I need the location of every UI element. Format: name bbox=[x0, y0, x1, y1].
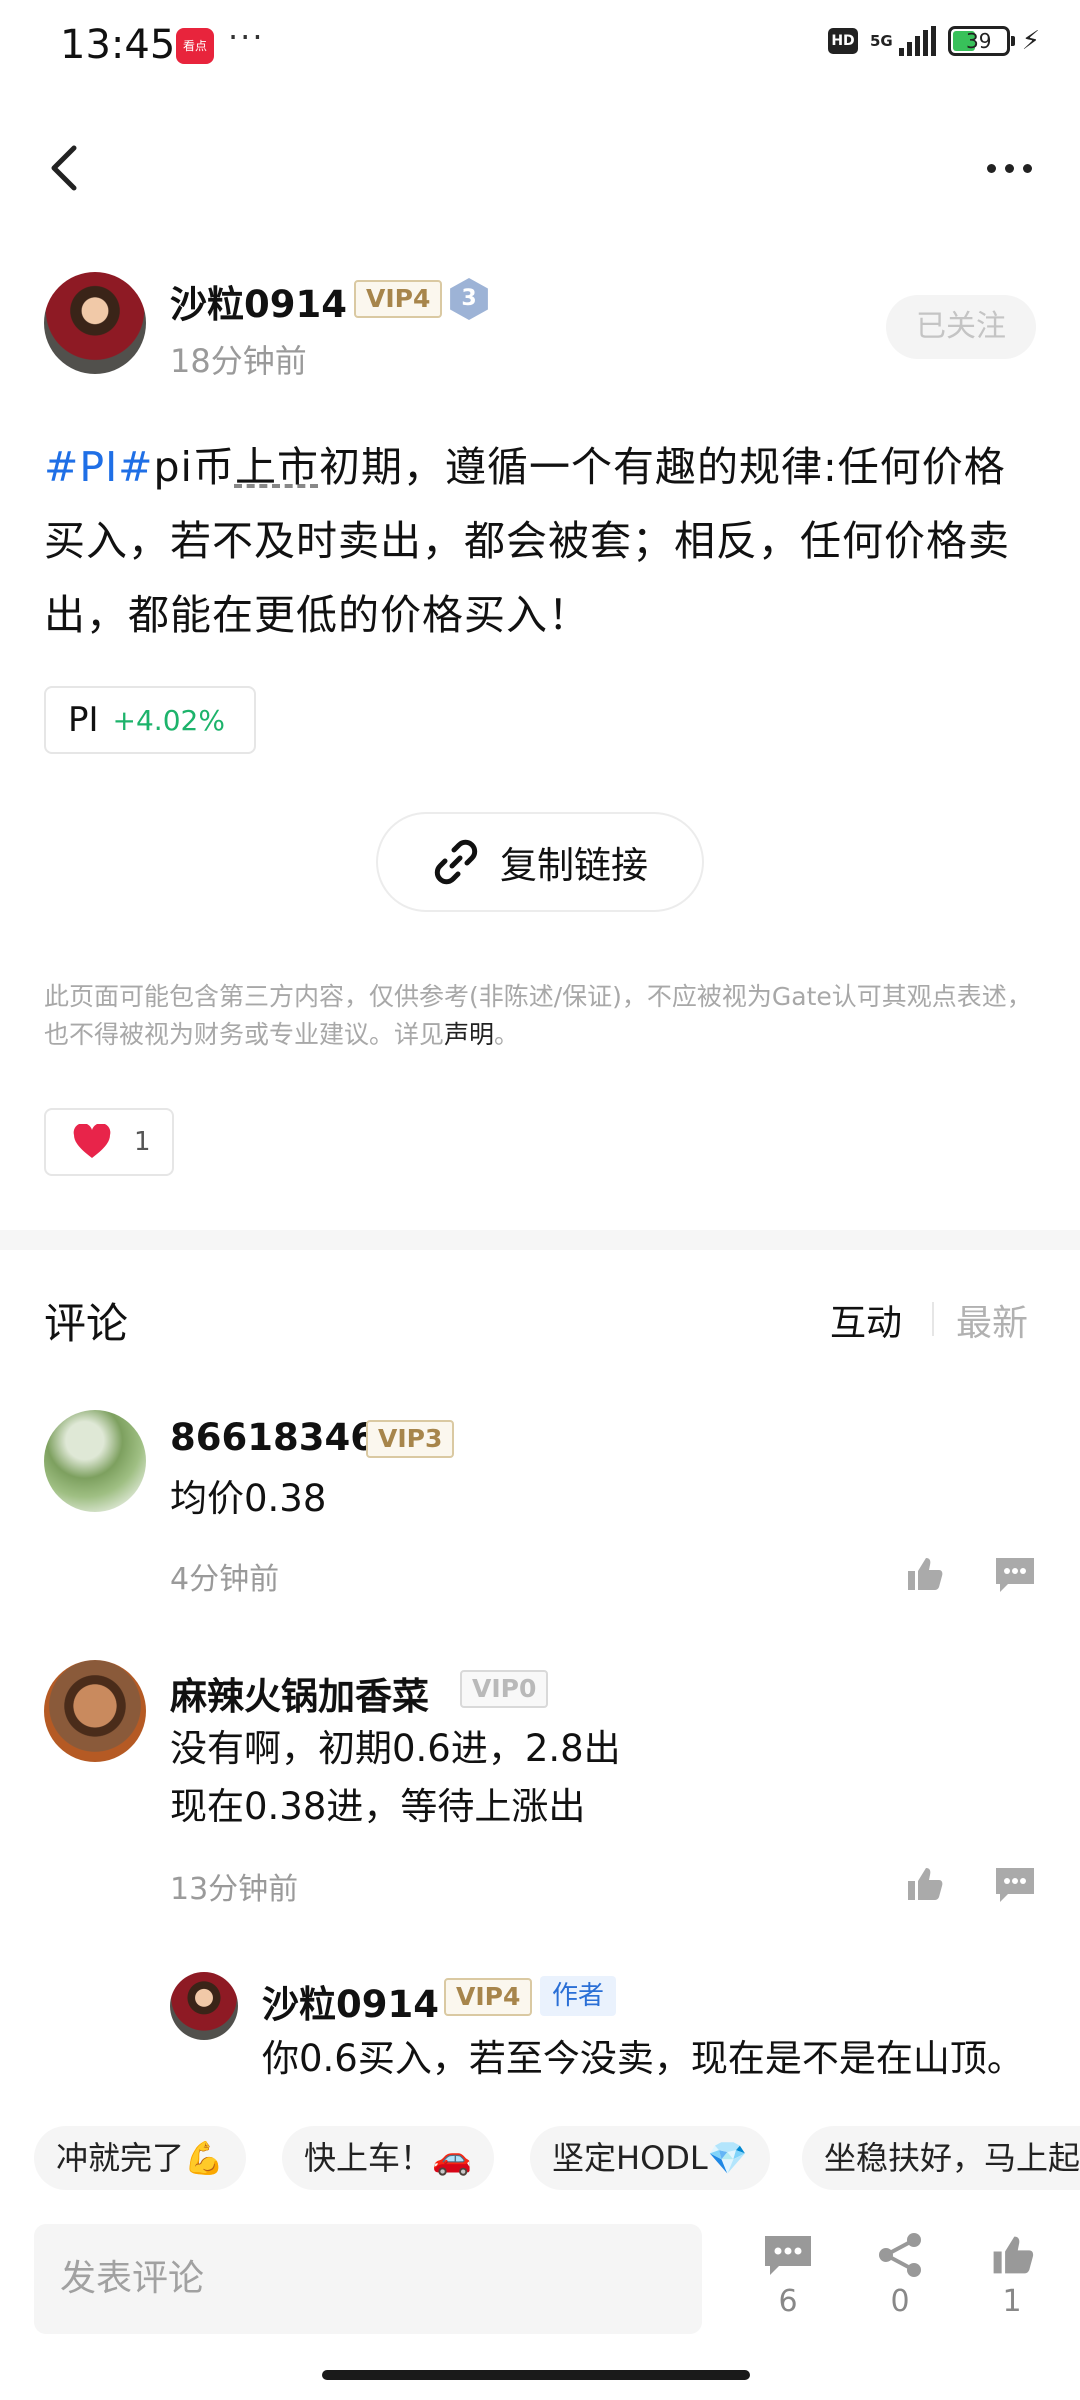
thumbs-up-icon[interactable] bbox=[904, 1554, 944, 1594]
ticker-chip[interactable]: PI +4.02% bbox=[44, 686, 256, 754]
share-icon bbox=[879, 2233, 921, 2277]
post-like-count: 1 bbox=[134, 1127, 151, 1157]
author-vip-badge: VIP4 bbox=[354, 280, 443, 318]
status-time: 13:45 bbox=[60, 22, 176, 68]
sort-divider bbox=[932, 1302, 934, 1336]
comment-time: 13分钟前 bbox=[170, 1872, 299, 1907]
level-badge: 3 bbox=[450, 278, 488, 320]
copy-link-button[interactable]: 复制链接 bbox=[376, 812, 704, 912]
app-notification-icon: 看点 bbox=[176, 28, 214, 64]
comment-text: 没有啊，初期0.6进，2.8出 现在0.38进，等待上涨出 bbox=[170, 1720, 621, 1836]
sort-tab-latest[interactable]: 最新 bbox=[956, 1294, 1028, 1346]
post-text-part1: pi币 bbox=[153, 443, 235, 491]
post-text-underlined: 上市 bbox=[234, 443, 319, 491]
more-horizontal-icon bbox=[986, 163, 996, 173]
comment-vip-badge: VIP3 bbox=[366, 1420, 455, 1458]
quick-reply-chip[interactable]: 坐稳扶好，马上起 bbox=[802, 2126, 1080, 2190]
comments-action-button[interactable]: 6 bbox=[748, 2232, 828, 2332]
comment-text: 均价0.38 bbox=[170, 1470, 326, 1528]
author-tag: 作者 bbox=[540, 1976, 617, 2016]
battery-icon: 39 bbox=[947, 26, 1015, 56]
heart-icon bbox=[73, 1124, 111, 1158]
reply-icon[interactable] bbox=[994, 1864, 1036, 1904]
reply-text: 你0.6买入，若至今没卖，现在是不是在山顶。 bbox=[262, 2037, 1024, 2080]
post-content: #PI#pi币上市初期，遵循一个有趣的规律:任何价格买入，若不及时卖出，都会被套… bbox=[44, 430, 1044, 652]
disclaimer: 此页面可能包含第三方内容，仅供参考(非陈述/保证)，不应被视为Gate认可其观点… bbox=[44, 978, 1044, 1054]
comments-title: 评论 bbox=[44, 1299, 129, 1348]
thumbs-up-icon[interactable] bbox=[904, 1864, 944, 1904]
hd-icon: HD bbox=[827, 28, 858, 54]
comment-avatar[interactable] bbox=[44, 1660, 146, 1762]
status-right-group: HD 5G 39 ⚡ bbox=[827, 26, 1040, 56]
sort-tab-interaction[interactable]: 互动 bbox=[830, 1294, 902, 1346]
copy-link-label: 复制链接 bbox=[500, 844, 648, 887]
reply-author-name[interactable]: 沙粒0914 bbox=[262, 1974, 439, 2028]
comment-text-line: 现在0.38进，等待上涨出 bbox=[170, 1785, 586, 1828]
comment-author-name[interactable]: 86618346 bbox=[170, 1416, 376, 1459]
comment-text-line: 均价0.38 bbox=[170, 1477, 327, 1520]
author-name[interactable]: 沙粒0914 bbox=[170, 274, 347, 328]
battery-level: 39 bbox=[966, 29, 992, 53]
comment-icon bbox=[765, 2236, 811, 2275]
link-icon bbox=[434, 839, 478, 885]
ticker-symbol: PI bbox=[68, 700, 99, 740]
author-avatar[interactable] bbox=[44, 272, 146, 374]
network-type-label: 5G bbox=[869, 32, 893, 50]
home-indicator[interactable] bbox=[322, 2370, 750, 2380]
like-count: 1 bbox=[1002, 2284, 1022, 2319]
post-like-button[interactable]: 1 bbox=[44, 1108, 174, 1176]
hashtag-link[interactable]: #PI# bbox=[44, 443, 154, 491]
comment-author-name[interactable]: 麻辣火锅加香菜 bbox=[170, 1666, 429, 1720]
ticker-change: +4.02% bbox=[112, 703, 225, 737]
signal-icon bbox=[898, 26, 936, 56]
quick-reply-chip[interactable]: 快上车！🚗 bbox=[282, 2126, 494, 2190]
comment-avatar[interactable] bbox=[44, 1410, 146, 1512]
share-action-button[interactable]: 0 bbox=[860, 2232, 940, 2332]
section-divider bbox=[0, 1230, 1080, 1250]
reply-icon[interactable] bbox=[994, 1554, 1036, 1594]
reply-avatar[interactable] bbox=[170, 1972, 238, 2040]
share-count: 0 bbox=[890, 2284, 910, 2319]
back-button[interactable] bbox=[44, 140, 88, 196]
reply-vip-badge: VIP4 bbox=[444, 1978, 533, 2016]
chevron-left-icon bbox=[51, 145, 77, 191]
comment-count: 6 bbox=[778, 2284, 798, 2319]
comment-input[interactable]: 发表评论 bbox=[34, 2224, 702, 2334]
thumbs-up-icon bbox=[993, 2236, 1034, 2274]
comment-vip-badge: VIP0 bbox=[460, 1670, 549, 1708]
disclaimer-link[interactable]: 声明 bbox=[444, 1020, 494, 1049]
quick-reply-chip[interactable]: 坚定HODL💎 bbox=[530, 2126, 770, 2190]
status-more-dots: ··· bbox=[228, 18, 265, 56]
like-action-button[interactable]: 1 bbox=[972, 2232, 1052, 2332]
comment-text-line: 没有啊，初期0.6进，2.8出 bbox=[170, 1727, 621, 1770]
disclaimer-text: 此页面可能包含第三方内容，仅供参考(非陈述/保证)，不应被视为Gate认可其观点… bbox=[44, 982, 1032, 1049]
status-bar: 13:45 看点 ··· HD 5G 39 ⚡ bbox=[0, 0, 1080, 96]
disclaimer-end: 。 bbox=[494, 1020, 520, 1049]
more-options-button[interactable] bbox=[974, 150, 1044, 186]
comment-time: 4分钟前 bbox=[170, 1562, 280, 1597]
post-time: 18分钟前 bbox=[170, 342, 307, 380]
charging-icon: ⚡ bbox=[1021, 26, 1040, 56]
quick-reply-chip[interactable]: 冲就完了💪 bbox=[34, 2126, 246, 2190]
following-button[interactable]: 已关注 bbox=[886, 295, 1036, 359]
